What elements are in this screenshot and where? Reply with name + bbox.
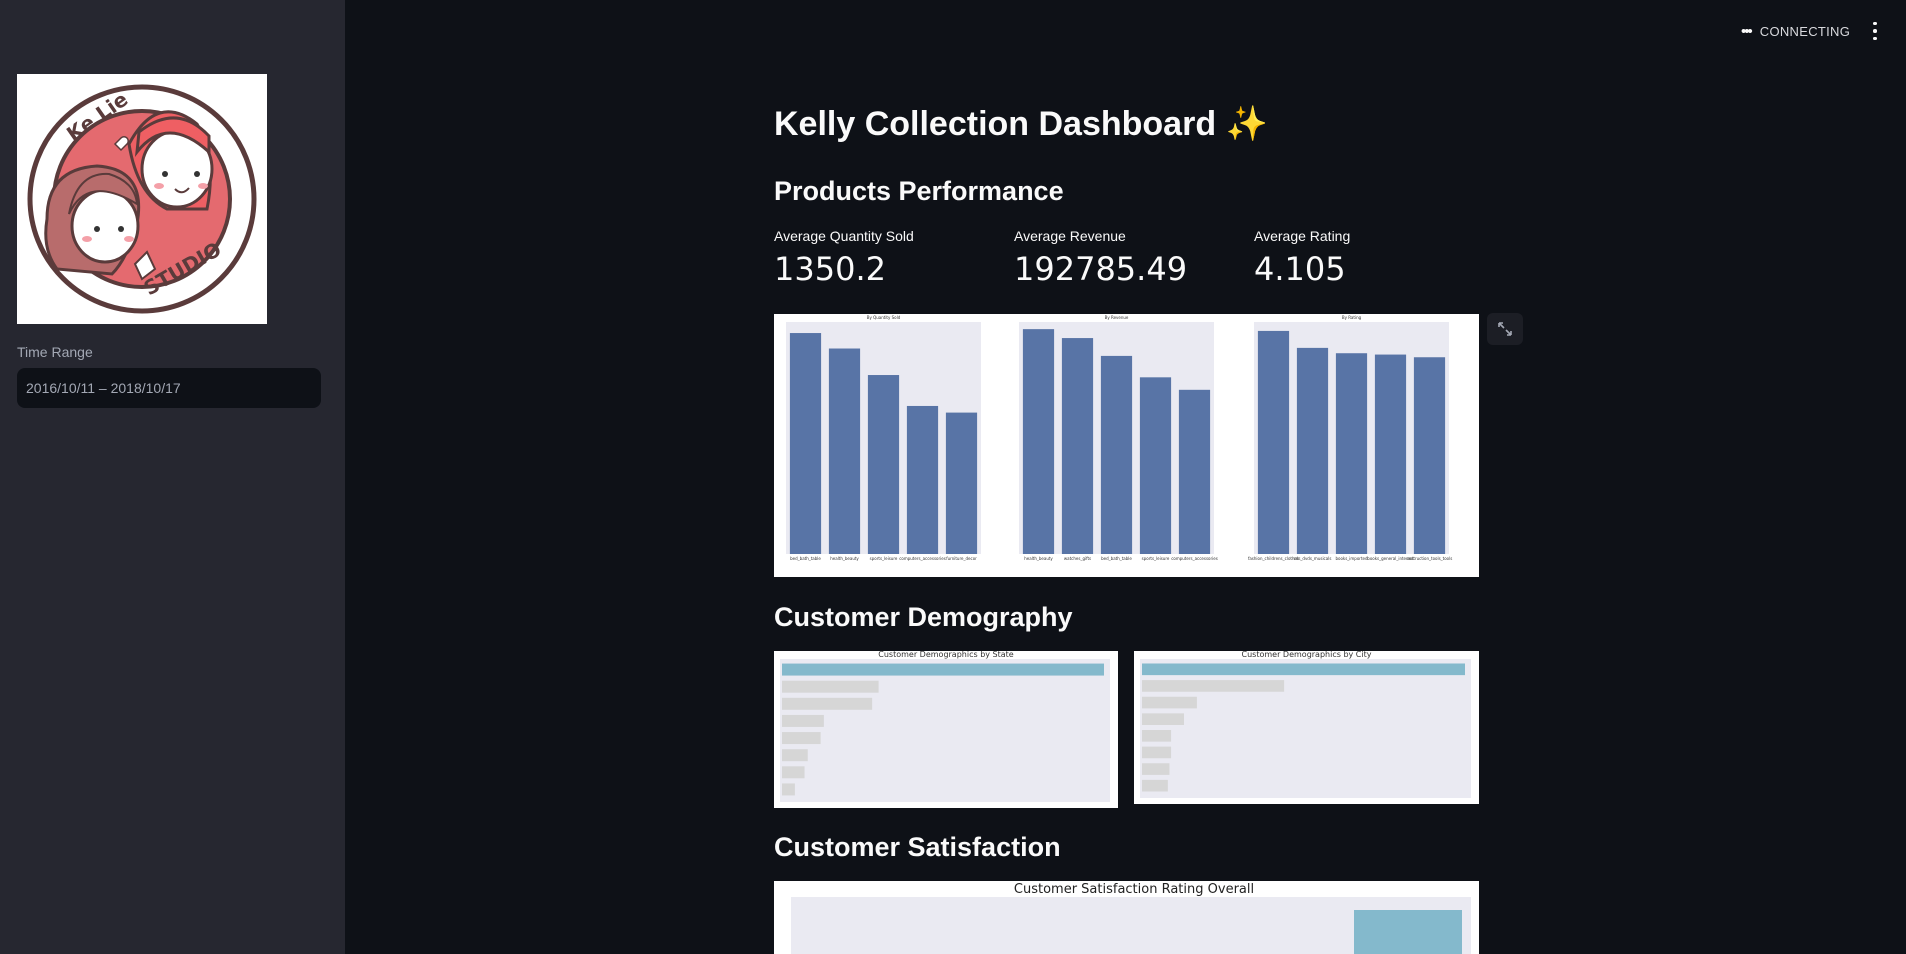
expand-icon — [1498, 322, 1512, 336]
bar — [1142, 779, 1168, 792]
fullscreen-button[interactable] — [1487, 313, 1523, 345]
kebab-dot-icon — [1873, 36, 1877, 41]
plot-area — [1140, 659, 1471, 798]
bar — [867, 375, 900, 554]
connection-status-text: CONNECTING — [1759, 24, 1851, 39]
products-chart-image: By Quantity Sold bed_bath_table health_bea… — [774, 314, 1479, 577]
time-range-input[interactable]: 2016/10/11 – 2018/10/17 — [17, 368, 321, 408]
bar — [1354, 910, 1462, 954]
metric-label: Average Revenue — [1014, 228, 1126, 244]
bar — [782, 663, 1104, 676]
metric-value: 1350.2 — [774, 250, 886, 288]
bar — [1374, 354, 1407, 554]
bar — [782, 766, 805, 779]
section-title-products: Products Performance — [774, 176, 1064, 206]
tick-label: watches_gifts — [1064, 556, 1091, 561]
bar — [1022, 329, 1055, 554]
bar — [1142, 696, 1197, 709]
section-title-customers: Customer Demography — [774, 602, 1073, 632]
connection-status: ••• CONNECTING — [1741, 23, 1850, 40]
bar — [782, 680, 879, 693]
tick-label: bed_bath_table — [1101, 556, 1132, 561]
metric-quantity: Average Quantity Sold 1350.2 — [774, 228, 914, 288]
tick-label: costruction_tools_tools — [1407, 556, 1453, 561]
metric-label: Average Rating — [1254, 228, 1351, 244]
bar — [1139, 377, 1172, 554]
bar — [1142, 713, 1184, 726]
bar — [1061, 338, 1094, 554]
state-bar-chart: Customer Demographics by State — [780, 651, 1110, 802]
chart-title: Customer Demographics by State — [878, 651, 1014, 659]
metric-value: 192785.49 — [1014, 250, 1188, 288]
bar — [1142, 663, 1465, 676]
city-bar-chart: Customer Demographics by City — [1140, 651, 1471, 798]
bar — [1335, 353, 1368, 554]
sidebar: Ke Lie STUDIO Time Range 2016/10/11 – 20… — [0, 0, 345, 954]
tick-label: bed_bath_table — [790, 556, 821, 561]
ellipsis-icon: ••• — [1741, 23, 1753, 40]
metric-label: Average Quantity Sold — [774, 228, 914, 244]
section-title-satisfaction: Customer Satisfaction — [774, 832, 1061, 862]
bar — [782, 732, 821, 745]
satisfaction-bar-chart: Customer Satisfaction Rating Overall — [791, 882, 1471, 954]
tick-label: fashion_childrens_clothes — [1248, 556, 1299, 561]
kebab-dot-icon — [1873, 21, 1877, 26]
bar — [1178, 389, 1211, 554]
tick-label: sports_leisure — [870, 556, 898, 561]
tick-label: books_imported — [1335, 556, 1368, 561]
bar — [789, 333, 822, 554]
satisfaction-chart-image: Customer Satisfaction Rating Overall — [774, 881, 1479, 954]
time-range-label: Time Range — [17, 344, 93, 360]
products-bar-charts: By Quantity Sold bed_bath_table health_bea… — [786, 315, 1453, 561]
main-menu-button[interactable] — [1868, 20, 1882, 42]
bar — [782, 714, 824, 727]
bar — [1100, 355, 1133, 554]
bar — [1142, 680, 1285, 692]
studio-logo: Ke Lie STUDIO — [17, 74, 267, 324]
bar — [782, 697, 873, 710]
bar — [1296, 347, 1329, 554]
kebab-dot-icon — [1873, 29, 1877, 33]
chart-title: By Quantity Sold — [867, 315, 901, 320]
page-title: Kelly Collection Dashboard ✨ — [774, 105, 1268, 143]
metric-rating: Average Rating 4.105 — [1254, 228, 1350, 288]
city-chart-image: Customer Demographics by City — [1134, 651, 1479, 804]
chart-title: Customer Satisfaction Rating Overall — [1014, 882, 1254, 897]
tick-label: health_beauty — [830, 556, 859, 561]
bar — [828, 348, 861, 554]
bar — [906, 405, 939, 554]
chart-title: By Revenue — [1105, 315, 1129, 320]
tick-label: health_beauty — [1024, 556, 1053, 561]
bar — [1142, 729, 1172, 742]
metric-value: 4.105 — [1254, 250, 1346, 288]
tick-label: furniture_decor — [946, 556, 977, 561]
bar — [1142, 746, 1172, 759]
bar — [945, 412, 978, 554]
bar — [1257, 330, 1290, 554]
bar — [782, 749, 808, 762]
metric-revenue: Average Revenue 192785.49 — [1014, 228, 1187, 288]
tick-label: computers_accessories — [1171, 556, 1218, 561]
tick-label: sports_leisure — [1142, 556, 1170, 561]
tick-label: cds_dvds_musicals — [1294, 556, 1332, 561]
plot-area — [780, 659, 1110, 802]
bar — [782, 783, 795, 796]
state-chart-image: Customer Demographics by State — [774, 651, 1118, 808]
logo-illustration: Ke Lie STUDIO — [27, 84, 257, 314]
bar — [1413, 357, 1446, 554]
chart-title: By Rating — [1342, 315, 1362, 320]
bar — [1142, 763, 1170, 775]
chart-title: Customer Demographics by City — [1242, 651, 1372, 659]
tick-label: computers_accessories — [899, 556, 946, 561]
